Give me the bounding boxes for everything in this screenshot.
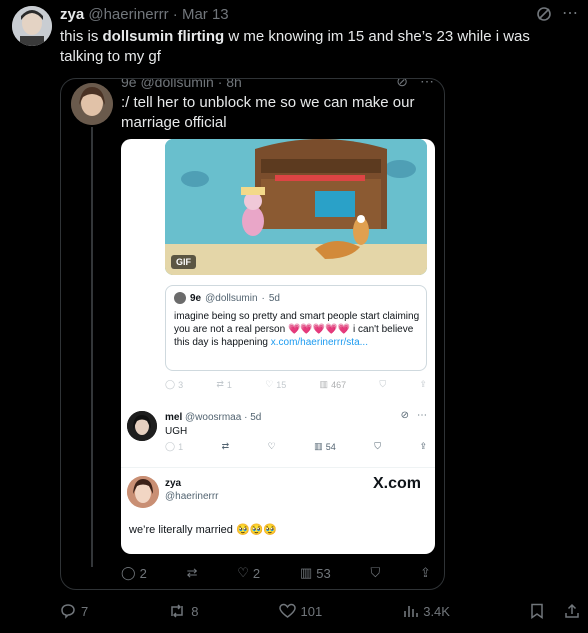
tweet-top-actions: ⋯ (536, 6, 578, 27)
author-name: zya (165, 478, 182, 489)
tweet-date[interactable]: Mar 13 (182, 6, 229, 23)
more-icon[interactable]: ⋯ (562, 6, 578, 27)
chart-icon (404, 606, 419, 617)
screenshot-actions: ◯ 2 ⇄ ♡ 2 ▥ 53 ⛉ ⇪ (121, 565, 431, 581)
author-handle[interactable]: @haerinerrr (88, 6, 168, 23)
reply-icon (61, 604, 75, 619)
quote-text: imagine being so pretty and smart people… (174, 311, 420, 348)
gif-image: GIF (165, 139, 427, 275)
quote-time: 5d (268, 292, 280, 304)
reply-top-icons: ⊘ ⋯ (401, 410, 427, 421)
reply-button[interactable]: 7 (60, 603, 88, 619)
screenshot-card: GIF 9e @dollsumin · 5d imagine being so … (121, 139, 435, 554)
quote-header: 9e @dollsumin · 5d (174, 292, 280, 304)
repost-icon (171, 604, 183, 618)
share-icon: ⇪ (420, 565, 431, 580)
grok-icon: ⊘ (400, 410, 409, 421)
reply-author-name: mel (165, 412, 183, 423)
views-button[interactable]: 3.4K (402, 603, 450, 619)
embedded-screenshot: 9e @dollsumin · 8h ⊘ ⋯ :/ tell her to un… (60, 78, 445, 590)
author-handle: @haerinerrr (165, 491, 219, 502)
tweet-actions: 7 8 101 3.4K (60, 603, 580, 619)
reply-stats-row: ◯ 1 ⇄ ♡ ▥ 54 ⛉ ⇪ (165, 441, 427, 452)
avatar (127, 411, 157, 441)
grok-icon: ⊘ (396, 78, 408, 89)
repost-stat: ⇄ 1 (216, 379, 232, 390)
reply-stat: ◯ 2 (121, 565, 147, 581)
grok-icon[interactable] (536, 6, 552, 27)
reply-time: 5d (250, 412, 262, 423)
heart-icon (278, 603, 296, 618)
quote-stats-row: ◯ 3 ⇄ 1 ♡ 15 ▥ 467 ⛉ ⇪ (165, 379, 427, 390)
gif-badge: GIF (171, 255, 196, 269)
repost-icon: ⇄ (216, 379, 224, 389)
thread-line (91, 127, 93, 567)
views-stat: ▥ 467 (319, 379, 347, 390)
tweet-header: zya @haerinerrr · Mar 13 (60, 6, 229, 23)
quote-author-name: 9e (190, 292, 202, 304)
like-stat: ♡ 15 (265, 379, 287, 390)
share-icon[interactable] (564, 603, 580, 619)
more-icon: ⋯ (420, 78, 434, 89)
reply-text: UGH (165, 426, 188, 437)
author-name[interactable]: zya (60, 6, 84, 23)
repost-icon: ⇄ (221, 441, 230, 451)
card-tweet-text: we’re literally married 🥹🥹🥹 (129, 524, 278, 536)
views-stat: ▥ 53 (299, 565, 331, 581)
bookmark-icon: ⛉ (370, 565, 381, 580)
more-icon: ⋯ (417, 410, 427, 421)
divider (121, 467, 435, 468)
reply-author-handle: @woosrmaa (185, 412, 242, 423)
chart-icon: ▥ (299, 565, 313, 580)
screenshot-text: :/ tell her to unblock me so we can make… (121, 94, 415, 131)
bookmark-icon[interactable] (530, 603, 544, 619)
views-stat: ▥ 54 (314, 441, 336, 452)
like-button[interactable]: 101 (278, 603, 322, 619)
quoted-tweet: 9e @dollsumin · 5d imagine being so pret… (165, 285, 427, 371)
reply-header: mel @woosrmaa · 5d (165, 412, 262, 423)
screenshot-header: 9e @dollsumin · 8h (121, 78, 242, 90)
chart-icon: ▥ (314, 441, 323, 451)
like-stat: ♡ 2 (237, 565, 261, 581)
avatar (174, 292, 186, 304)
reply-stat: ◯ 3 (165, 379, 184, 390)
screenshot-top-icons: ⊘ ⋯ (396, 78, 434, 90)
quote-author-handle: @dollsumin (205, 292, 258, 304)
reply-icon: ◯ (121, 565, 136, 580)
tweet-text: this is dollsumin flirting w me knowing … (60, 28, 530, 65)
avatar (127, 476, 159, 508)
heart-icon: ♡ (265, 379, 274, 389)
bookmark-icon: ⛉ (379, 379, 387, 389)
bookmark-icon: ⛉ (374, 441, 381, 451)
chart-icon: ▥ (319, 379, 329, 389)
repost-icon: ⇄ (186, 565, 198, 580)
repost-button[interactable]: 8 (168, 603, 198, 619)
heart-emojis: 💗💗💗💗💗 (287, 324, 351, 335)
share-icon: ⇪ (419, 379, 427, 389)
share-icon: ⇪ (419, 441, 427, 451)
tweet-bold-text: dollsumin flirting (102, 28, 225, 45)
x-logo: X.com (372, 475, 421, 492)
heart-icon: ♡ (267, 441, 276, 451)
avatar[interactable] (12, 6, 52, 46)
tweet-actions-end (530, 603, 580, 619)
reply-icon: ◯ (165, 379, 176, 389)
reply-stat: ◯ 1 (165, 441, 184, 452)
quote-link: x.com/haerinerrr/sta... (270, 337, 368, 348)
heart-icon: ♡ (237, 565, 249, 580)
reply-icon: ◯ (165, 441, 176, 451)
avatar (71, 83, 113, 125)
